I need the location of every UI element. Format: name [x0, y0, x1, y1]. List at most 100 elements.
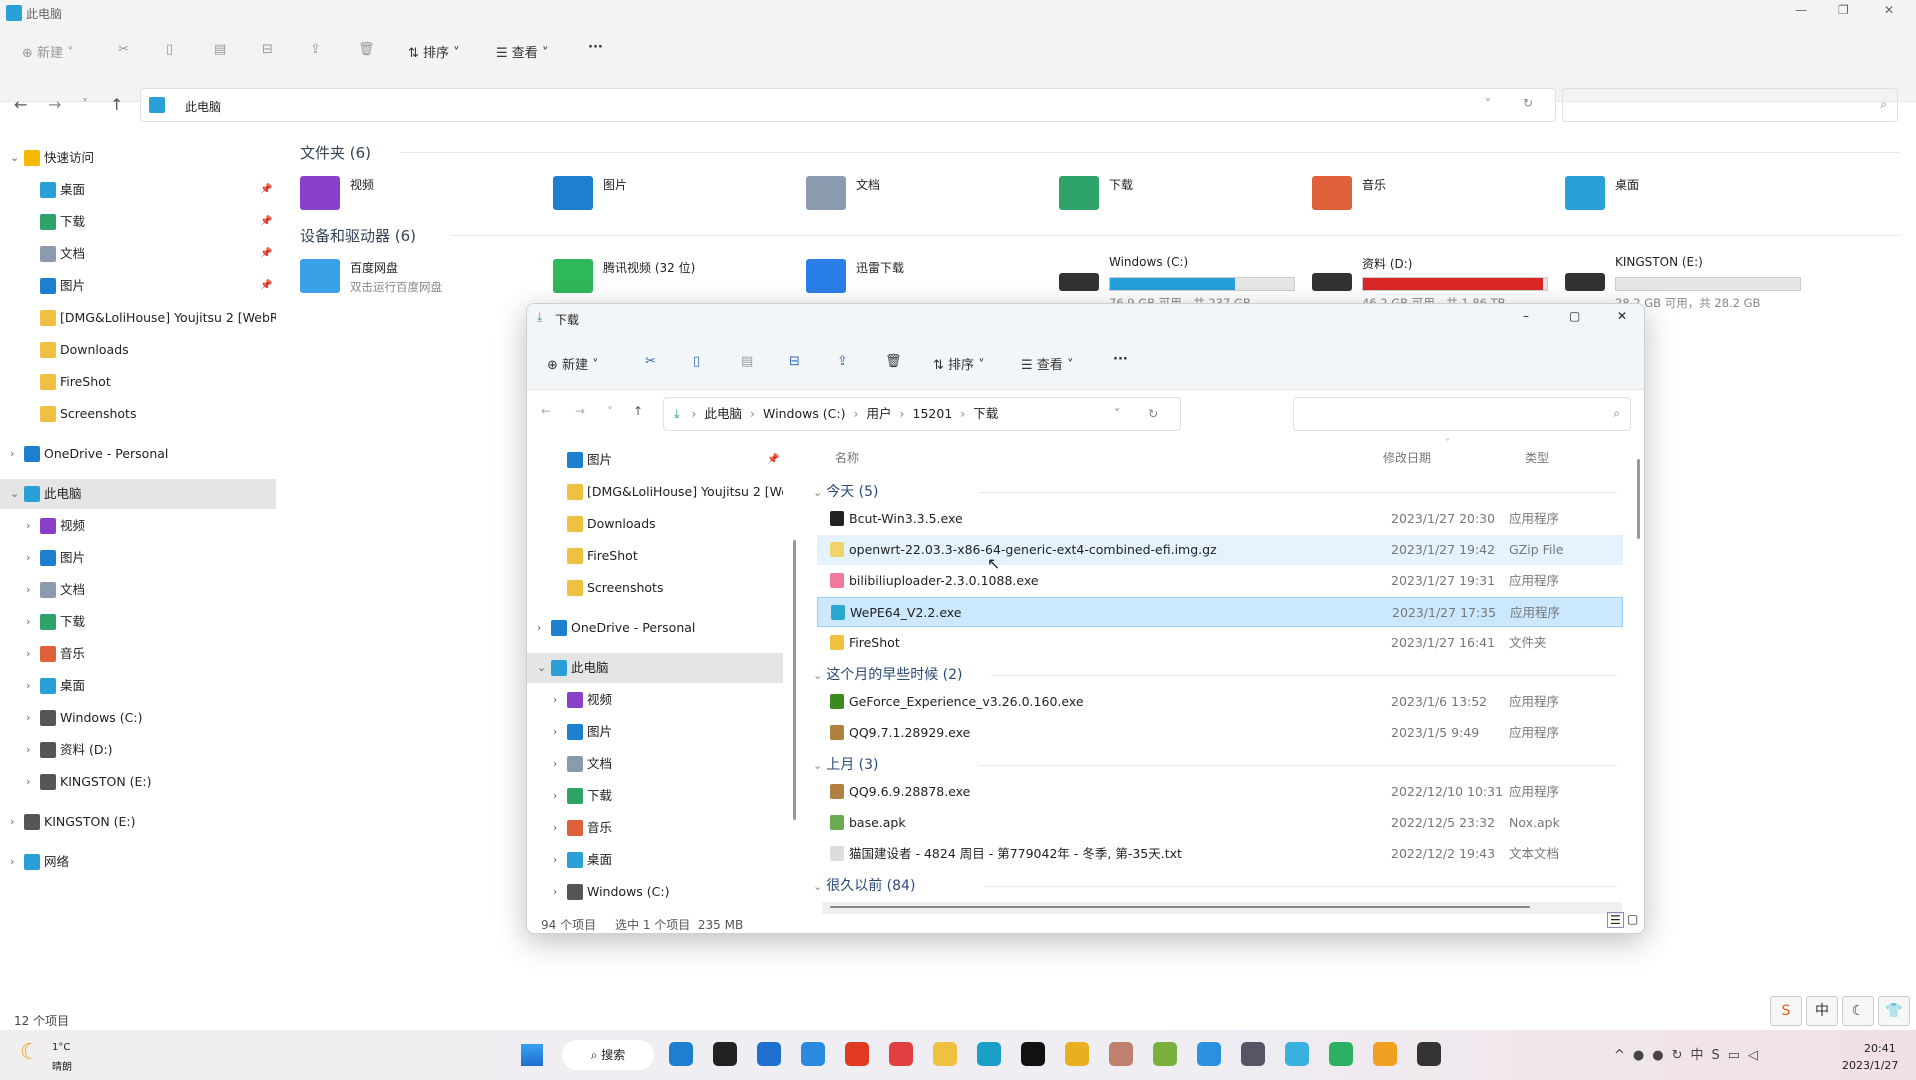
chevron-right-icon[interactable]: › [553, 845, 557, 875]
nav-item[interactable]: › 网络 [0, 847, 276, 877]
breadcrumb-item[interactable]: 此电脑 [185, 98, 221, 115]
share-icon[interactable]: ⇪ [837, 354, 848, 369]
nav-item[interactable]: 桌面 📌 [0, 175, 276, 205]
view-button[interactable]: ☰ 查看 ˅ [496, 42, 548, 61]
breadcrumb-item[interactable]: 下载 [973, 406, 998, 421]
pin-icon[interactable]: 📌 [260, 175, 272, 205]
tiles-view-button[interactable]: ▢ [1627, 912, 1638, 926]
chevron-right-icon[interactable]: › [537, 613, 541, 643]
search-button[interactable]: ⌕ 搜索 [562, 1040, 654, 1070]
start-button[interactable] [521, 1044, 543, 1066]
weather-icon[interactable]: ☾ [20, 1040, 40, 1065]
file-row[interactable]: QQ9.6.9.28878.exe 2022/12/10 10:31 应用程序 [817, 777, 1623, 807]
folder-tile[interactable]: 音乐 [1312, 172, 1552, 218]
chevron-right-icon[interactable]: › [26, 511, 30, 541]
file-row[interactable]: Bcut-Win3.3.5.exe 2023/1/27 20:30 应用程序 [817, 504, 1623, 534]
pin-icon[interactable]: 📌 [260, 239, 272, 269]
horizontal-scrollbar[interactable] [822, 902, 1622, 914]
taskbar-app-icon[interactable] [1109, 1042, 1133, 1066]
cut-icon[interactable]: ✂ [118, 42, 129, 57]
taskbar-app-icon[interactable] [1285, 1042, 1309, 1066]
sort-button[interactable]: ⇅ 排序 ˅ [408, 42, 460, 61]
folder-tile[interactable]: 文档 [806, 172, 1046, 218]
breadcrumb-item[interactable]: 15201 [913, 406, 953, 421]
refresh-icon[interactable]: ↻ [1523, 96, 1533, 110]
ime-button[interactable]: ☾ [1842, 996, 1874, 1026]
back-button[interactable]: ← [14, 95, 27, 114]
nav-item[interactable]: [DMG&LoliHouse] Youjitsu 2 [WebRip [0, 303, 276, 333]
nav-item[interactable]: FireShot [527, 541, 783, 571]
file-row[interactable]: FireShot 2023/1/27 16:41 文件夹 [817, 628, 1623, 658]
device-tile[interactable]: 百度网盘 双击运行百度网盘 [300, 255, 540, 315]
chevron-down-icon[interactable]: ⌄ [10, 143, 19, 173]
sort-button[interactable]: ⇅ 排序 ˅ [933, 354, 985, 373]
nav-item[interactable]: › 图片 [527, 717, 783, 747]
address-dropdown[interactable]: ˅ [1114, 398, 1120, 430]
breadcrumb-item[interactable]: Windows (C:) [763, 406, 845, 421]
nav-item[interactable]: 图片 📌 [527, 445, 783, 475]
maximize-button[interactable]: ▢ [1569, 309, 1580, 323]
nav-item[interactable]: 图片 📌 [0, 271, 276, 301]
up-button[interactable]: ↑ [110, 95, 123, 114]
file-row[interactable]: GeForce_Experience_v3.26.0.160.exe 2023/1… [817, 687, 1623, 717]
chevron-right-icon[interactable]: › [26, 575, 30, 605]
file-row[interactable]: base.apk 2022/12/5 23:32 Nox.apk [817, 808, 1623, 838]
nav-item[interactable]: › 图片 [0, 543, 276, 573]
folder-tile[interactable]: 图片 [553, 172, 793, 218]
nav-item[interactable]: ⌄ 此电脑 [0, 479, 276, 509]
file-row[interactable]: bilibiliuploader-2.3.0.1088.exe 2023/1/27… [817, 566, 1623, 596]
nav-item[interactable]: › 音乐 [0, 639, 276, 669]
pin-icon[interactable]: 📌 [767, 445, 779, 475]
taskbar-app-icon[interactable] [1065, 1042, 1089, 1066]
minimize-button[interactable]: — [1795, 3, 1807, 17]
clock-time[interactable]: 20:41 [1864, 1042, 1896, 1055]
recent-dropdown[interactable]: ˅ [82, 97, 88, 111]
delete-icon[interactable]: 🗑 [885, 354, 902, 369]
nav-item[interactable]: › OneDrive - Personal [0, 439, 276, 469]
ime-button[interactable]: 👕 [1878, 996, 1910, 1026]
column-header-name[interactable]: 名称 [835, 449, 859, 466]
chevron-right-icon[interactable]: › [26, 607, 30, 637]
chevron-right-icon[interactable]: › [26, 703, 30, 733]
nav-item[interactable]: › KINGSTON (E:) [0, 767, 276, 797]
nav-item[interactable]: › 下载 [527, 781, 783, 811]
chevron-right-icon[interactable]: › [553, 813, 557, 843]
ime-button[interactable]: S [1770, 996, 1802, 1026]
nav-item[interactable]: › Windows (C:) [0, 703, 276, 733]
chevron-right-icon[interactable]: › [26, 767, 30, 797]
file-row[interactable]: QQ9.7.1.28929.exe 2023/1/5 9:49 应用程序 [817, 718, 1623, 748]
taskbar-app-icon[interactable] [1241, 1042, 1265, 1066]
restore-button[interactable]: ❐ [1838, 3, 1849, 17]
folder-tile[interactable]: 桌面 [1565, 172, 1805, 218]
search-input[interactable]: ⌕ [1293, 397, 1631, 431]
forward-button[interactable]: → [48, 95, 61, 114]
breadcrumb-item[interactable]: 此电脑 [705, 406, 743, 421]
address-dropdown[interactable]: ˅ [1485, 97, 1491, 111]
taskbar-app-icon[interactable] [1417, 1042, 1441, 1066]
breadcrumb-item[interactable]: 用户 [867, 406, 892, 421]
section-header-folders[interactable]: 文件夹 (6) [300, 142, 371, 163]
rename-icon[interactable]: ⊟ [262, 42, 273, 57]
chevron-right-icon[interactable]: › [26, 543, 30, 573]
taskbar-app-icon[interactable] [669, 1042, 693, 1066]
nav-item[interactable]: › 视频 [527, 685, 783, 715]
clock-date[interactable]: 2023/1/27 [1842, 1059, 1898, 1072]
nav-item[interactable]: › 桌面 [0, 671, 276, 701]
close-button[interactable]: ✕ [1617, 309, 1627, 323]
file-row[interactable]: openwrt-22.03.3-x86-64-generic-ext4-comb… [817, 535, 1623, 565]
address-bar[interactable]: ⤓ › 此电脑 › Windows (C:) › 用户 › 15201 › 下载 ˅ ↻ [663, 397, 1181, 431]
nav-item[interactable]: Screenshots [0, 399, 276, 429]
column-header-type[interactable]: 类型 [1525, 449, 1549, 466]
view-button[interactable]: ☰ 查看 ˅ [1021, 354, 1073, 373]
chevron-right-icon[interactable]: › [26, 671, 30, 701]
copy-icon[interactable]: ▯ [166, 42, 173, 57]
ime-button[interactable]: 中 [1806, 996, 1838, 1026]
taskbar-app-icon[interactable] [889, 1042, 913, 1066]
nav-item[interactable]: 下载 📌 [0, 207, 276, 237]
taskbar-app-icon[interactable] [1373, 1042, 1397, 1066]
nav-item[interactable]: › 文档 [0, 575, 276, 605]
address-bar[interactable]: 此电脑 ˅ ↻ [140, 88, 1556, 122]
folder-tile[interactable]: 下载 [1059, 172, 1299, 218]
nav-item[interactable]: › Windows (C:) [527, 877, 783, 905]
group-header[interactable]: ⌄ 上月 (3) [813, 754, 879, 774]
